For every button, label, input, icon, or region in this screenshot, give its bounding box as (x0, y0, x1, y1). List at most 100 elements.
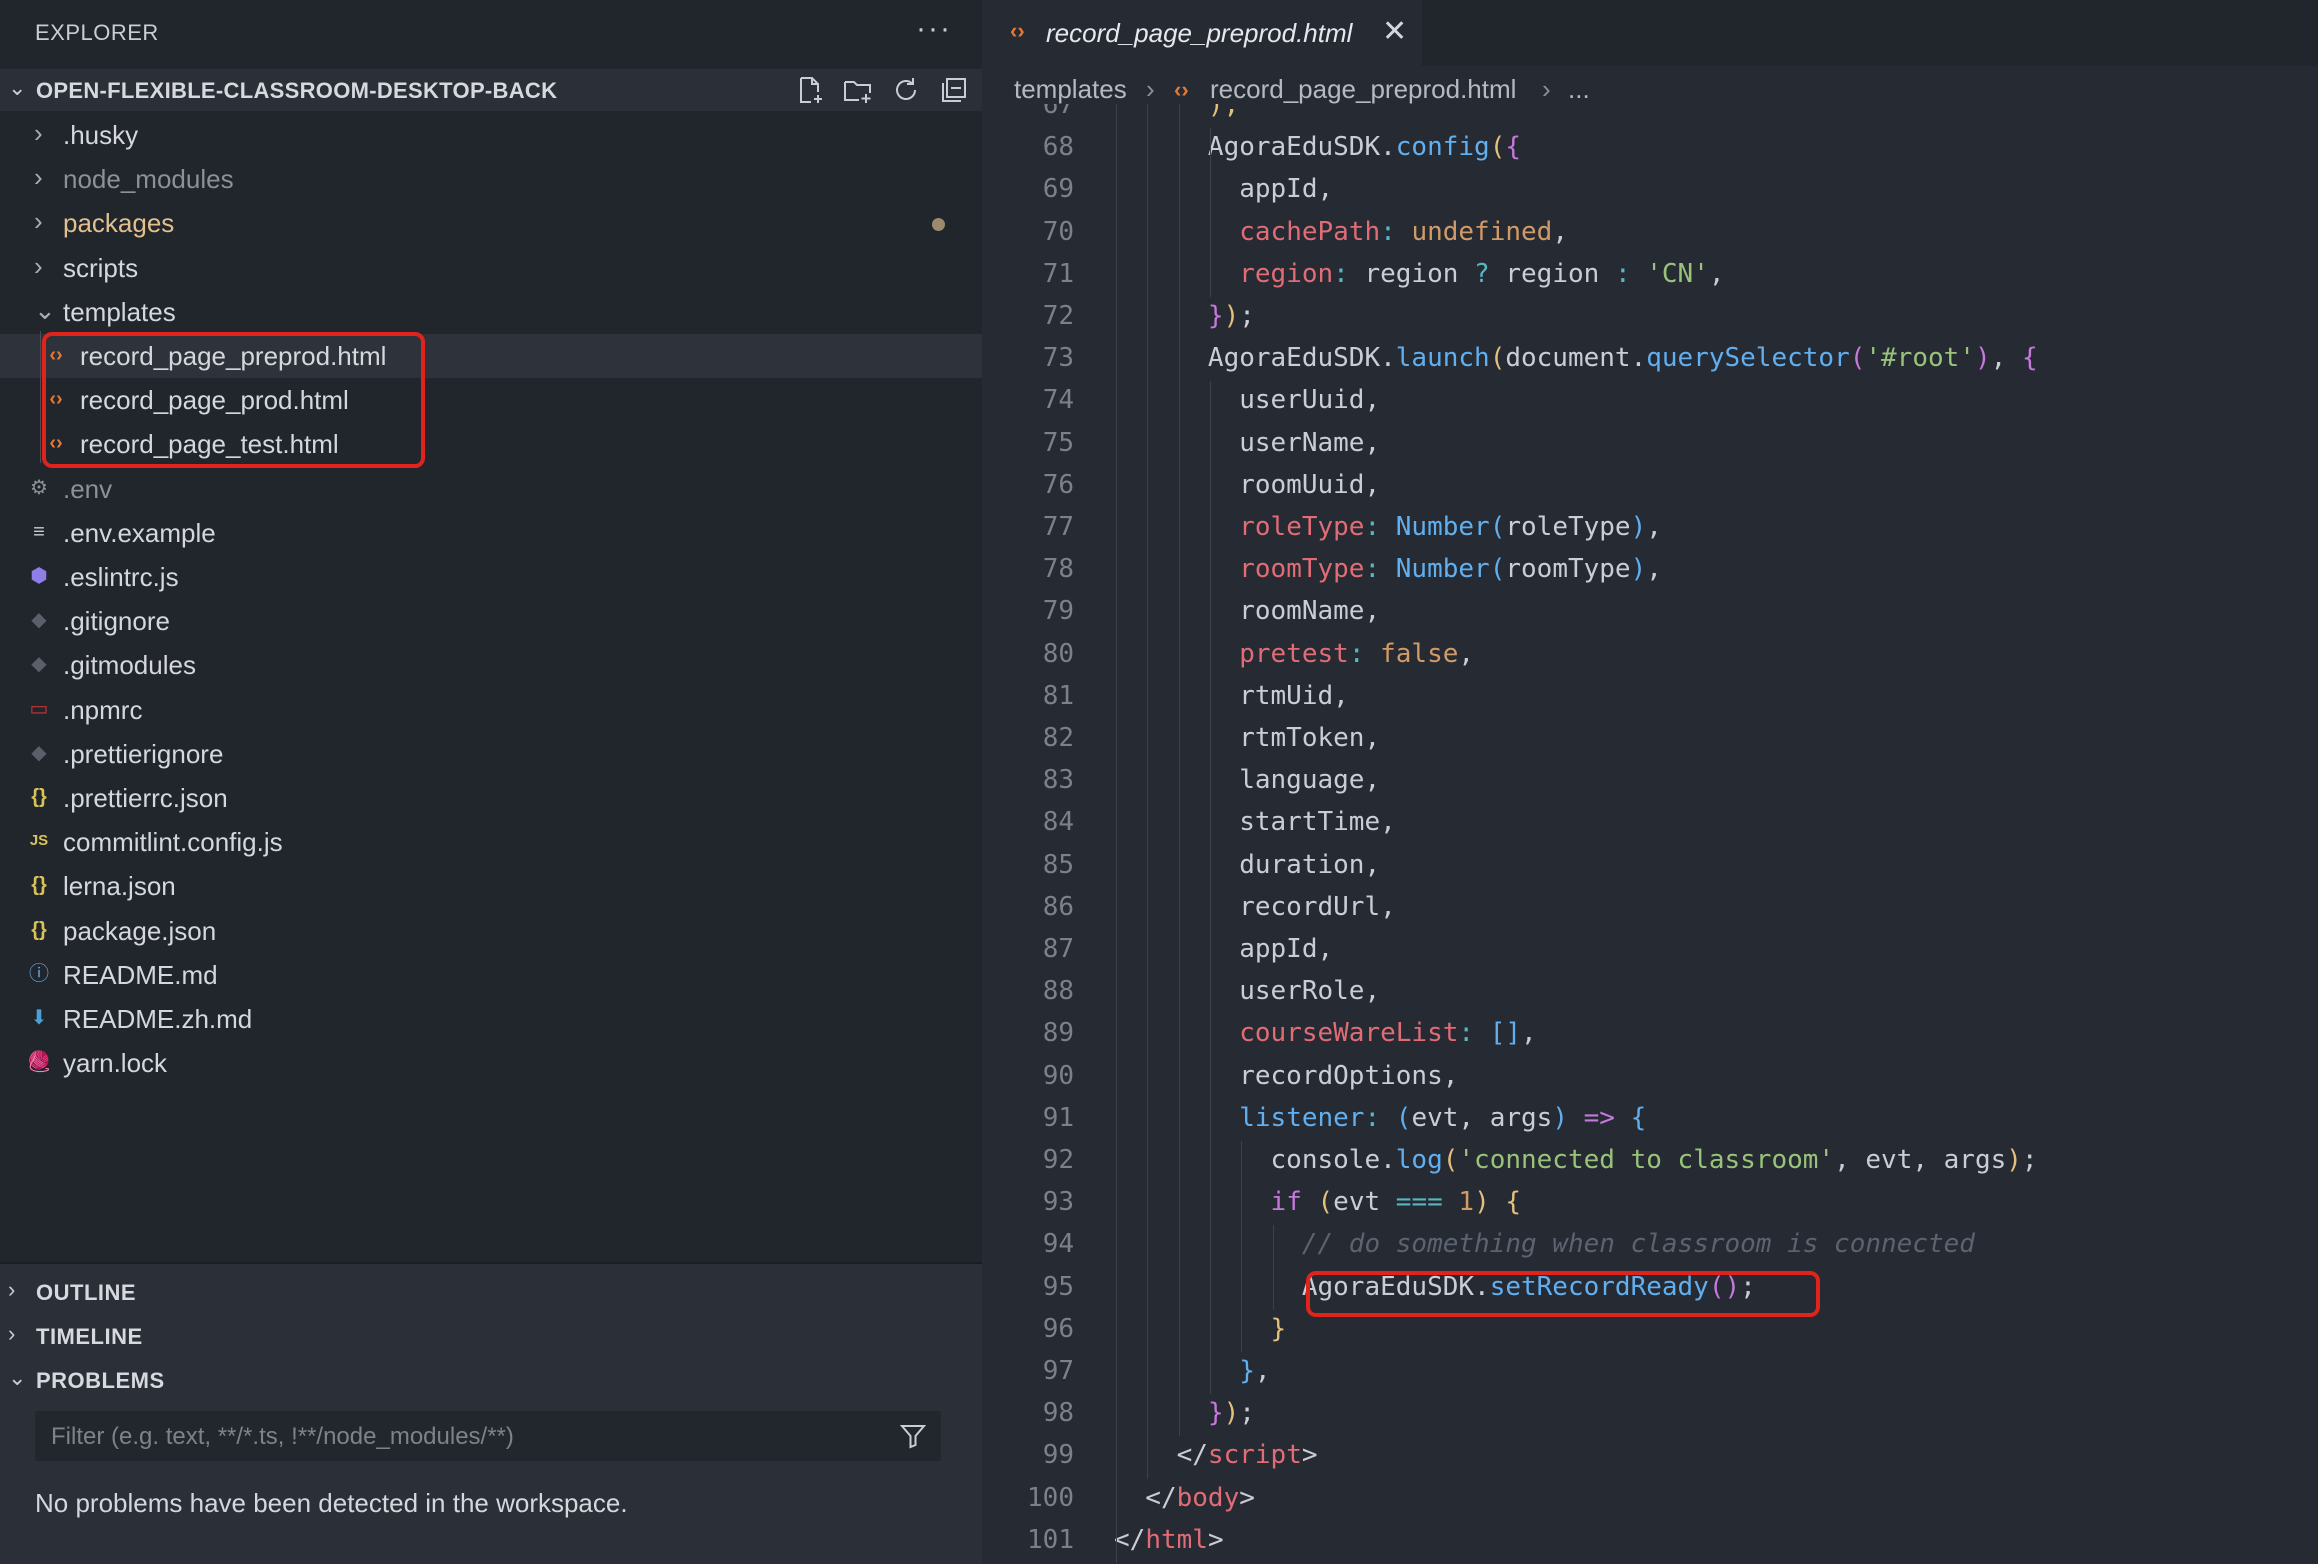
file-item[interactable]: ⬢ .eslintrc.js (0, 555, 982, 599)
file-item[interactable]: ◆ .gitmodules (0, 643, 982, 687)
code-text: listener: (evt, args) => { (1114, 1103, 1646, 1133)
code-token: </ (1114, 1440, 1208, 1471)
breadcrumb-more[interactable]: ... (1568, 74, 1590, 105)
info-icon: ⓘ (29, 962, 49, 985)
code-line[interactable]: 68 AgoraEduSDK.config({ (982, 128, 2318, 170)
modified-dot-icon (932, 218, 945, 232)
code-line[interactable]: 99 </script> (982, 1436, 2318, 1478)
code-line[interactable]: 87 appId, (982, 930, 2318, 972)
code-line[interactable]: 74 userUuid, (982, 381, 2318, 423)
code-token: ( (1489, 343, 1506, 374)
code-line[interactable]: 75 userName, (982, 424, 2318, 466)
code-line[interactable]: 79 roomName, (982, 592, 2318, 634)
breadcrumb-file[interactable]: record_page_preprod.html (1210, 74, 1516, 105)
line-number: 95 (1042, 1271, 1074, 1302)
code-line[interactable]: 83 language, (982, 761, 2318, 803)
problems-section[interactable]: ⌄ PROBLEMS (0, 1359, 982, 1401)
line-number: 81 (1042, 680, 1074, 711)
file-item[interactable]: {} package.json (0, 909, 982, 953)
filter-icon[interactable] (899, 1422, 927, 1450)
code-line[interactable]: 81 rtmUid, (982, 677, 2318, 719)
code-line[interactable]: 101 </html> (982, 1521, 2318, 1563)
code-line[interactable]: 82 rtmToken, (982, 719, 2318, 761)
file-item[interactable]: ⓘ README.md (0, 953, 982, 997)
code-line[interactable]: 94 // do something when classroom is con… (982, 1225, 2318, 1267)
code-line[interactable]: 89 courseWareList: [], (982, 1014, 2318, 1056)
gear-icon: ⚙ (30, 476, 48, 499)
file-item[interactable]: ⬇ README.zh.md (0, 997, 982, 1041)
tree-item-label: .eslintrc.js (63, 562, 179, 592)
code-line[interactable]: 97 }, (982, 1352, 2318, 1394)
file-item[interactable]: ◆ .gitignore (0, 599, 982, 643)
new-file-icon[interactable] (794, 74, 826, 106)
refresh-icon[interactable] (890, 74, 922, 106)
code-line[interactable]: 86 recordUrl, (982, 888, 2318, 930)
code-text: </script> (1114, 1440, 1318, 1470)
tree-item-label: commitlint.config.js (63, 827, 283, 858)
folder-item[interactable]: › .husky (0, 113, 982, 157)
collapse-all-icon[interactable] (938, 74, 970, 106)
code-line[interactable]: 84 startTime, (982, 803, 2318, 845)
code-token: script (1207, 1440, 1302, 1471)
code-line[interactable]: 70 cachePath: undefined, (982, 213, 2318, 255)
problems-filter-input[interactable] (49, 1411, 883, 1463)
close-icon[interactable]: ✕ (1382, 14, 1407, 49)
line-number: 91 (1042, 1102, 1074, 1133)
breadcrumb-folder[interactable]: templates (1014, 74, 1127, 105)
code-token: ( (1442, 1145, 1459, 1175)
workspace-header[interactable]: ⌄ OPEN-FLEXIBLE-CLASSROOM-DESKTOP-BACK (0, 69, 982, 111)
code-line[interactable]: 88 userRole, (982, 972, 2318, 1014)
code-line[interactable]: 78 roomType: Number(roomType), (982, 550, 2318, 592)
code-line[interactable]: 93 if (evt === 1) { (982, 1183, 2318, 1225)
timeline-section[interactable]: › TIMELINE (0, 1315, 982, 1357)
file-item[interactable]: JS commitlint.config.js (0, 820, 982, 864)
code-line[interactable]: 100 </body> (982, 1479, 2318, 1521)
code-view[interactable]: 67 ); 68 AgoraEduSDK.config({69 appId, 70 … (982, 104, 2318, 1564)
tab-record-page-preprod[interactable]: ‹› record_page_preprod.html ✕ (982, 0, 1422, 66)
code-line[interactable]: 76 roomUuid, (982, 466, 2318, 508)
code-text: rtmUid, (1114, 681, 1349, 711)
code-token: roomType (1239, 554, 1365, 585)
code-token: ; (1239, 301, 1255, 331)
code-line[interactable]: 69 appId, (982, 170, 2318, 212)
folder-item[interactable]: › node_modules (0, 157, 982, 201)
new-folder-icon[interactable] (842, 74, 874, 106)
code-line[interactable]: 98 }); (982, 1394, 2318, 1436)
code-line[interactable]: 67 ); (982, 104, 2318, 128)
folder-item[interactable]: › packages (0, 201, 982, 245)
timeline-title: TIMELINE (36, 1324, 143, 1349)
code-line[interactable]: 85 duration, (982, 846, 2318, 888)
file-item[interactable]: 🧶 yarn.lock (0, 1041, 982, 1085)
code-token: : (1333, 258, 1365, 289)
code-token: : (1364, 1102, 1396, 1133)
file-item[interactable]: {} lerna.json (0, 864, 982, 908)
line-number: 68 (1042, 132, 1074, 163)
code-line[interactable]: 73 AgoraEduSDK.launch(document.querySele… (982, 339, 2318, 381)
code-line[interactable]: 92 console.log('connected to classroom',… (982, 1141, 2318, 1183)
line-number: 97 (1042, 1356, 1074, 1386)
code-token: undefined (1411, 216, 1553, 247)
code-line[interactable]: 77 roleType: Number(roleType), (982, 508, 2318, 550)
tree-item-label: .gitmodules (63, 650, 196, 681)
file-item[interactable]: ≡ .env.example (0, 511, 982, 555)
highlight-box-template-files (42, 332, 425, 468)
file-item[interactable]: {} .prettierrc.json (0, 776, 982, 820)
code-token: , (1646, 512, 1662, 542)
code-line[interactable]: 72 }); (982, 297, 2318, 339)
code-token: , (1552, 216, 1568, 247)
code-token: if (1270, 1187, 1302, 1218)
file-item[interactable]: ◆ .prettierignore (0, 732, 982, 776)
file-item[interactable]: ▭ .npmrc (0, 688, 982, 732)
folder-item[interactable]: › scripts (0, 246, 982, 290)
outline-section[interactable]: › OUTLINE (0, 1271, 982, 1313)
line-number: 72 (1042, 301, 1074, 331)
folder-item[interactable]: ⌄ templates (0, 290, 982, 334)
code-line[interactable]: 80 pretest: false, (982, 635, 2318, 677)
code-line[interactable]: 90 recordOptions, (982, 1057, 2318, 1099)
more-actions-icon[interactable]: ··· (916, 12, 952, 46)
code-line[interactable]: 71 region: region ? region : 'CN', (982, 255, 2318, 297)
file-item[interactable]: ⚙ .env (0, 467, 982, 511)
code-token: language, (1114, 765, 1381, 796)
code-line[interactable]: 91 listener: (evt, args) => { (982, 1099, 2318, 1141)
